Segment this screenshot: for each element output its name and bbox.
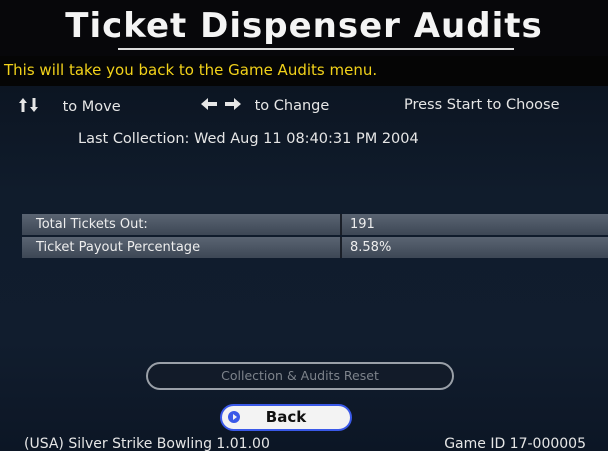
back-button[interactable]: Back: [220, 404, 352, 431]
stat-row-total-tickets: Total Tickets Out: 191: [22, 214, 608, 235]
change-hint: to Change: [200, 97, 329, 114]
move-label: to Move: [62, 99, 121, 115]
audit-screen: Ticket Dispenser Audits This will take y…: [0, 0, 608, 451]
audit-panel: to Move to Change Press Start to Choose …: [0, 86, 608, 451]
stat-divider: [340, 214, 342, 235]
last-collection: Last Collection: Wed Aug 11 08:40:31 PM …: [78, 131, 419, 147]
stat-label: Ticket Payout Percentage: [36, 240, 201, 255]
selection-arrow-icon: [228, 411, 240, 423]
page-title: Ticket Dispenser Audits: [65, 6, 543, 46]
help-text: This will take you back to the Game Audi…: [4, 61, 378, 79]
stat-label: Total Tickets Out:: [36, 217, 148, 232]
stat-value: 8.58%: [350, 240, 392, 255]
game-version: (USA) Silver Strike Bowling 1.01.00: [24, 436, 270, 451]
change-label: to Change: [254, 98, 330, 114]
back-label: Back: [265, 408, 307, 426]
stat-row-payout-percentage: Ticket Payout Percentage 8.58%: [22, 237, 608, 258]
left-right-arrows-icon: [201, 98, 241, 110]
game-id: Game ID 17-000005: [444, 436, 586, 451]
stats-table: Total Tickets Out: 191 Ticket Payout Per…: [22, 214, 608, 260]
help-line: This will take you back to the Game Audi…: [0, 56, 608, 86]
stat-value: 191: [350, 217, 375, 232]
stat-divider: [340, 237, 342, 258]
title-bar: Ticket Dispenser Audits: [0, 0, 608, 56]
title-underline: [118, 48, 514, 50]
choose-hint: Press Start to Choose: [404, 97, 560, 113]
move-hint: to Move: [18, 97, 121, 115]
up-down-arrows-icon: [19, 98, 38, 112]
collection-audits-reset-button[interactable]: Collection & Audits Reset: [146, 362, 454, 390]
